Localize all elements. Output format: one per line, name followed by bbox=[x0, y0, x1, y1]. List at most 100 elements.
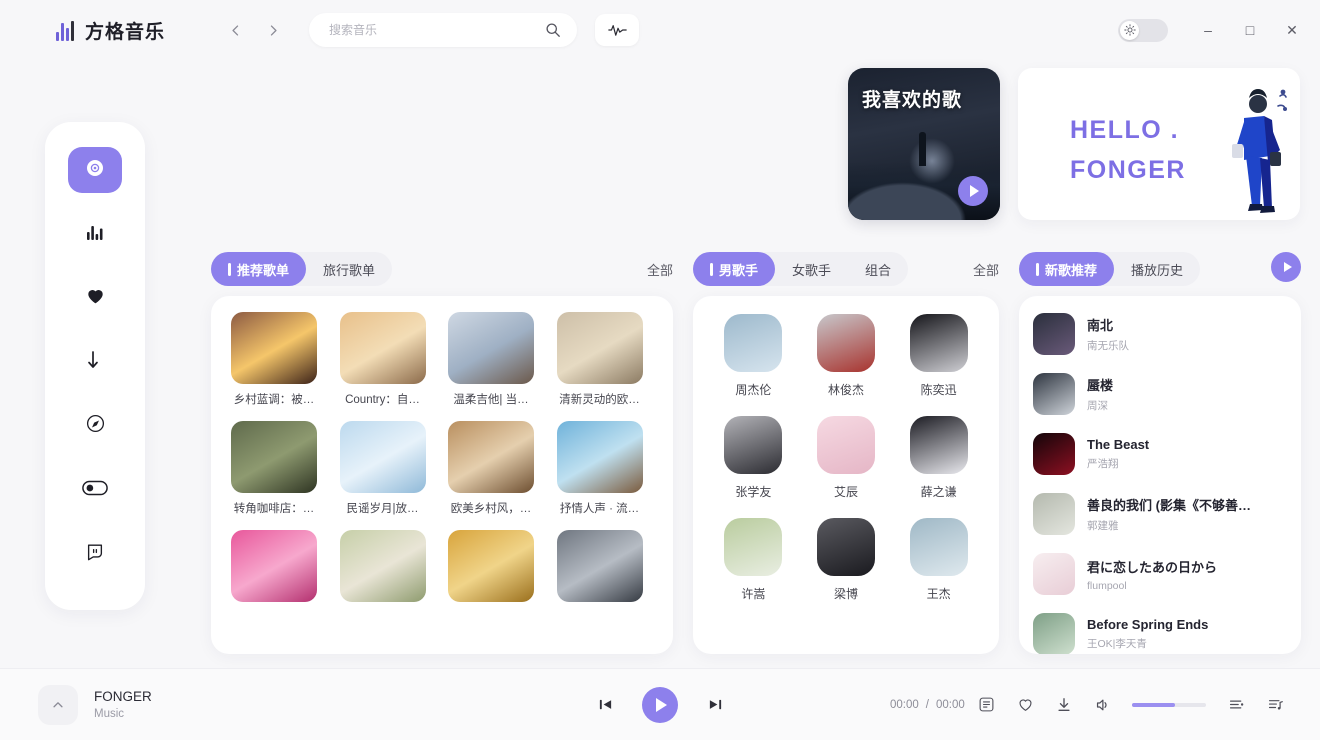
playlist-title: 温柔吉他| 当… bbox=[453, 394, 529, 406]
play-icon[interactable] bbox=[642, 686, 678, 723]
sidebar-item-settings[interactable] bbox=[68, 467, 122, 513]
chevron-left-icon[interactable] bbox=[223, 18, 247, 42]
song-title: The Beast bbox=[1087, 437, 1150, 452]
queue-music-icon[interactable] bbox=[1267, 696, 1284, 713]
artist-name: 张学友 bbox=[735, 485, 772, 499]
chevron-right-icon[interactable] bbox=[261, 18, 285, 42]
heart-outline-icon[interactable] bbox=[1017, 696, 1034, 713]
song-cover bbox=[1033, 493, 1075, 535]
playlist-icon[interactable] bbox=[1228, 696, 1245, 713]
playlist-card[interactable] bbox=[556, 530, 643, 609]
artist-card[interactable]: 林俊杰 bbox=[800, 314, 893, 398]
hello-banner[interactable]: HELLO . FONGER bbox=[1018, 68, 1300, 220]
song-title: 蜃楼 bbox=[1087, 378, 1114, 393]
playlist-card[interactable]: 抒情人声 · 流… bbox=[556, 421, 643, 516]
tab-recommended-playlists[interactable]: 推荐歌单 bbox=[211, 252, 307, 286]
search-input[interactable] bbox=[309, 23, 546, 37]
tab-female-artists[interactable]: 女歌手 bbox=[775, 252, 848, 286]
sidebar-item-explore[interactable] bbox=[68, 403, 122, 449]
song-row[interactable]: 善良的我们 (影集《不够善… 郭建雅 bbox=[1019, 484, 1301, 544]
artist-card[interactable]: 艾辰 bbox=[800, 416, 893, 500]
song-title: Before Spring Ends bbox=[1087, 617, 1209, 632]
playlist-title: 民谣岁月|放… bbox=[346, 503, 419, 515]
playlist-card[interactable]: 转角咖啡店：… bbox=[231, 421, 317, 516]
tab-travel-playlists[interactable]: 旅行歌单 bbox=[306, 252, 392, 286]
close-button[interactable]: ✕ bbox=[1274, 11, 1310, 49]
song-row[interactable]: 君に恋したあの日から flumpool bbox=[1019, 544, 1301, 604]
sidebar-item-about[interactable] bbox=[68, 531, 122, 577]
lyrics-icon[interactable] bbox=[978, 696, 995, 713]
tab-label: 女歌手 bbox=[792, 262, 832, 278]
song-artist: 南无乐队 bbox=[1087, 340, 1129, 352]
minimize-button[interactable]: – bbox=[1190, 11, 1226, 49]
playlist-card[interactable]: Country：自… bbox=[339, 312, 426, 407]
artists-tabs: 男歌手 女歌手 组合 bbox=[693, 252, 909, 286]
sidebar-item-ranking[interactable] bbox=[68, 211, 122, 257]
artist-card[interactable]: 梁博 bbox=[800, 518, 893, 602]
tab-new-songs[interactable]: 新歌推荐 bbox=[1019, 252, 1115, 286]
playlist-card[interactable] bbox=[448, 530, 534, 609]
sidebar-item-favorites[interactable] bbox=[68, 275, 122, 321]
download-icon[interactable] bbox=[1056, 697, 1072, 713]
speaker-icon[interactable] bbox=[1094, 697, 1110, 713]
tab-male-artists[interactable]: 男歌手 bbox=[693, 252, 776, 286]
song-meta: 蜃楼 周深 bbox=[1087, 375, 1287, 413]
song-row[interactable]: 南北 南无乐队 bbox=[1019, 304, 1301, 364]
playlist-card[interactable]: 清新灵动的欧… bbox=[556, 312, 643, 407]
playlists-tabs: 推荐歌单 旅行歌单 bbox=[211, 252, 393, 286]
playlist-title: 抒情人声 · 流… bbox=[559, 503, 640, 515]
playlist-card[interactable]: 欧美乡村风，… bbox=[448, 421, 534, 516]
song-title: 君に恋したあの日から bbox=[1087, 559, 1218, 575]
tab-label: 推荐歌单 bbox=[237, 262, 290, 278]
next-track-icon[interactable] bbox=[702, 692, 728, 718]
playlist-title: 乡村蓝调：被… bbox=[233, 394, 315, 406]
artist-card[interactable]: 陈奕迅 bbox=[892, 314, 985, 398]
shield-message-icon bbox=[85, 541, 105, 567]
playlist-cover bbox=[448, 312, 534, 384]
artist-card[interactable]: 王杰 bbox=[892, 518, 985, 602]
theme-toggle[interactable] bbox=[1118, 18, 1168, 42]
current-time: 00:00 bbox=[890, 698, 919, 711]
playlist-card[interactable]: 民谣岁月|放… bbox=[339, 421, 426, 516]
song-row[interactable]: Before Spring Ends 王OK|李天青 bbox=[1019, 604, 1301, 654]
play-icon[interactable] bbox=[958, 176, 988, 206]
audio-wave-icon[interactable] bbox=[595, 14, 640, 46]
tab-groups[interactable]: 组合 bbox=[848, 252, 908, 286]
playlist-cover bbox=[339, 421, 426, 493]
playlist-cover bbox=[339, 312, 426, 384]
maximize-button[interactable]: □ bbox=[1232, 11, 1268, 49]
playlist-card[interactable] bbox=[231, 530, 317, 609]
search-icon[interactable] bbox=[545, 22, 561, 38]
song-row[interactable]: 蜃楼 周深 bbox=[1019, 364, 1301, 424]
artist-card[interactable]: 薛之谦 bbox=[892, 416, 985, 500]
playlist-card[interactable] bbox=[339, 530, 426, 609]
tab-label: 男歌手 bbox=[719, 262, 759, 278]
sidebar-item-downloads[interactable] bbox=[68, 339, 122, 385]
artist-avatar bbox=[724, 518, 783, 576]
artists-view-all[interactable]: 全部 bbox=[973, 260, 999, 279]
song-row[interactable]: The Beast 严浩翔 bbox=[1019, 424, 1301, 484]
playlist-card[interactable]: 温柔吉他| 当… bbox=[448, 312, 534, 407]
window-controls: – □ ✕ bbox=[1118, 0, 1310, 60]
song-cover bbox=[1033, 613, 1075, 654]
top-bar: 方格音乐 – □ ✕ bbox=[0, 0, 1320, 60]
playlist-cover bbox=[556, 530, 643, 602]
play-all-icon[interactable] bbox=[1271, 252, 1301, 282]
artists-card: 周杰伦 林俊杰 陈奕迅张学友 艾辰 薛之谦许嵩 梁博 王杰 bbox=[693, 296, 999, 654]
artist-card[interactable]: 周杰伦 bbox=[707, 314, 800, 398]
favorite-songs-card[interactable]: 我喜欢的歌 bbox=[848, 68, 1000, 220]
artists-header: 男歌手 女歌手 组合 全部 bbox=[693, 252, 999, 286]
active-tab-marker bbox=[228, 262, 231, 276]
playlists-view-all[interactable]: 全部 bbox=[647, 260, 673, 279]
artist-card[interactable]: 张学友 bbox=[707, 416, 800, 500]
song-artist: 王OK|李天青 bbox=[1087, 638, 1147, 650]
volume-slider[interactable] bbox=[1132, 702, 1206, 707]
playlist-card[interactable]: 乡村蓝调：被… bbox=[231, 312, 317, 407]
song-artist: 郭建雅 bbox=[1087, 520, 1119, 532]
toggle-switch-icon bbox=[82, 480, 108, 501]
sidebar-item-discover[interactable] bbox=[68, 147, 122, 193]
search-box[interactable] bbox=[309, 13, 578, 47]
tab-play-history[interactable]: 播放历史 bbox=[1114, 252, 1200, 286]
previous-track-icon[interactable] bbox=[592, 692, 618, 718]
artist-card[interactable]: 许嵩 bbox=[707, 518, 800, 602]
